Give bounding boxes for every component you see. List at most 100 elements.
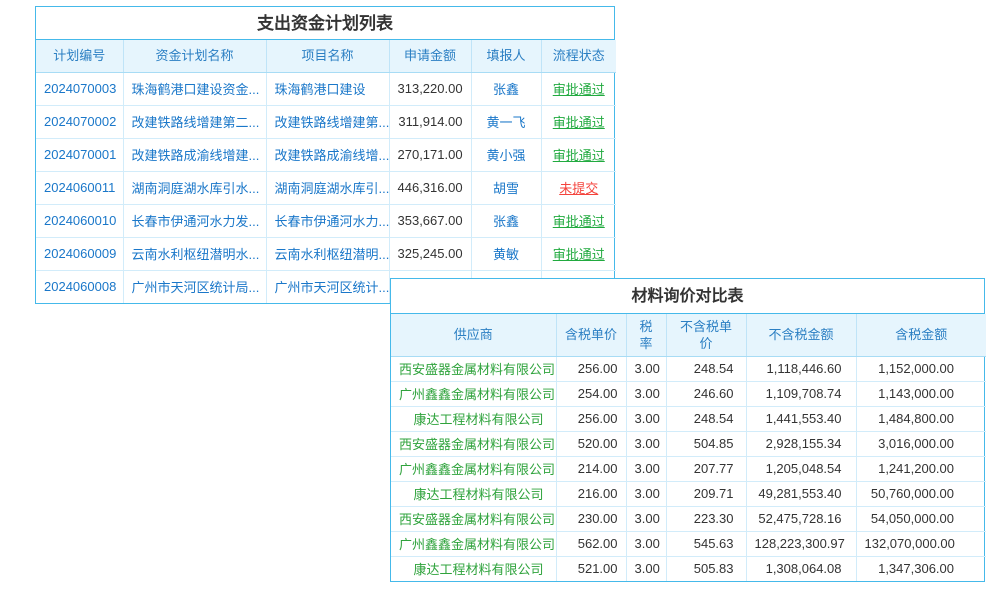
project_name-cell[interactable]: 广州市天河区统计... bbox=[266, 270, 389, 303]
supplier-cell[interactable]: 广州鑫鑫金属材料有限公司 bbox=[391, 456, 556, 481]
status-cell[interactable]: 审批通过 bbox=[541, 105, 616, 138]
amount_with_tax-cell: 1,152,000.00 bbox=[856, 356, 986, 381]
table-row: 2024060009云南水利枢纽潜明水...云南水利枢纽潜明...325,245… bbox=[36, 237, 616, 270]
price_without_tax-cell: 209.71 bbox=[666, 481, 746, 506]
apply_amount-cell: 270,171.00 bbox=[389, 138, 471, 171]
project_name-cell[interactable]: 长春市伊通河水力... bbox=[266, 204, 389, 237]
column-header-fund_plan_name: 资金计划名称 bbox=[123, 40, 266, 72]
amount_without_tax-cell: 52,475,728.16 bbox=[746, 506, 856, 531]
plan_id-cell[interactable]: 2024070001 bbox=[36, 138, 123, 171]
price_with_tax-cell: 254.00 bbox=[556, 381, 626, 406]
column-header-tax_rate: 税率 bbox=[626, 314, 666, 356]
supplier-cell[interactable]: 广州鑫鑫金属材料有限公司 bbox=[391, 531, 556, 556]
table-row: 西安盛器金属材料有限公司256.003.00248.541,118,446.60… bbox=[391, 356, 986, 381]
expense-fund-plan-panel: 支出资金计划列表 计划编号资金计划名称项目名称申请金额填报人流程状态 20240… bbox=[35, 6, 615, 304]
tax_rate-cell: 3.00 bbox=[626, 556, 666, 581]
project_name-cell[interactable]: 湖南洞庭湖水库引... bbox=[266, 171, 389, 204]
price_without_tax-cell: 223.30 bbox=[666, 506, 746, 531]
amount_without_tax-cell: 1,118,446.60 bbox=[746, 356, 856, 381]
fund_plan_name-cell[interactable]: 改建铁路线增建第二... bbox=[123, 105, 266, 138]
status-cell[interactable]: 审批通过 bbox=[541, 138, 616, 171]
column-header-plan_id: 计划编号 bbox=[36, 40, 123, 72]
filler-cell[interactable]: 张鑫 bbox=[471, 204, 541, 237]
price_without_tax-cell: 246.60 bbox=[666, 381, 746, 406]
plan_id-cell[interactable]: 2024070002 bbox=[36, 105, 123, 138]
column-header-amount_without_tax: 不含税金额 bbox=[746, 314, 856, 356]
project_name-cell[interactable]: 云南水利枢纽潜明... bbox=[266, 237, 389, 270]
plan_id-cell[interactable]: 2024060008 bbox=[36, 270, 123, 303]
fund_plan_name-cell[interactable]: 长春市伊通河水力发... bbox=[123, 204, 266, 237]
tax_rate-cell: 3.00 bbox=[626, 531, 666, 556]
tax_rate-cell: 3.00 bbox=[626, 506, 666, 531]
expense-plan-title: 支出资金计划列表 bbox=[36, 7, 614, 40]
tax_rate-cell: 3.00 bbox=[626, 481, 666, 506]
fund_plan_name-cell[interactable]: 云南水利枢纽潜明水... bbox=[123, 237, 266, 270]
table-row: 2024070002改建铁路线增建第二...改建铁路线增建第...311,914… bbox=[36, 105, 616, 138]
tax_rate-cell: 3.00 bbox=[626, 456, 666, 481]
apply_amount-cell: 353,667.00 bbox=[389, 204, 471, 237]
table-row: 康达工程材料有限公司256.003.00248.541,441,553.401,… bbox=[391, 406, 986, 431]
filler-cell[interactable]: 黄敏 bbox=[471, 237, 541, 270]
supplier-cell[interactable]: 西安盛器金属材料有限公司 bbox=[391, 431, 556, 456]
price_without_tax-cell: 248.54 bbox=[666, 356, 746, 381]
expense-plan-table: 计划编号资金计划名称项目名称申请金额填报人流程状态 2024070003珠海鹤港… bbox=[36, 40, 616, 303]
table-row: 康达工程材料有限公司216.003.00209.7149,281,553.405… bbox=[391, 481, 986, 506]
column-header-project_name: 项目名称 bbox=[266, 40, 389, 72]
table-row: 西安盛器金属材料有限公司230.003.00223.3052,475,728.1… bbox=[391, 506, 986, 531]
project_name-cell[interactable]: 改建铁路成渝线增... bbox=[266, 138, 389, 171]
table-row: 2024070001改建铁路成渝线增建...改建铁路成渝线增...270,171… bbox=[36, 138, 616, 171]
amount_with_tax-cell: 50,760,000.00 bbox=[856, 481, 986, 506]
supplier-cell[interactable]: 康达工程材料有限公司 bbox=[391, 556, 556, 581]
price_with_tax-cell: 216.00 bbox=[556, 481, 626, 506]
filler-cell[interactable]: 胡雪 bbox=[471, 171, 541, 204]
supplier-cell[interactable]: 西安盛器金属材料有限公司 bbox=[391, 356, 556, 381]
price_with_tax-cell: 521.00 bbox=[556, 556, 626, 581]
amount_with_tax-cell: 1,347,306.00 bbox=[856, 556, 986, 581]
filler-cell[interactable]: 黄一飞 bbox=[471, 105, 541, 138]
column-header-filler: 填报人 bbox=[471, 40, 541, 72]
apply_amount-cell: 311,914.00 bbox=[389, 105, 471, 138]
project_name-cell[interactable]: 珠海鹤港口建设 bbox=[266, 72, 389, 105]
status-cell[interactable]: 未提交 bbox=[541, 171, 616, 204]
column-header-price_with_tax: 含税单价 bbox=[556, 314, 626, 356]
supplier-cell[interactable]: 康达工程材料有限公司 bbox=[391, 406, 556, 431]
fund_plan_name-cell[interactable]: 广州市天河区统计局... bbox=[123, 270, 266, 303]
amount_without_tax-cell: 128,223,300.97 bbox=[746, 531, 856, 556]
fund_plan_name-cell[interactable]: 改建铁路成渝线增建... bbox=[123, 138, 266, 171]
tax_rate-cell: 3.00 bbox=[626, 431, 666, 456]
column-header-supplier: 供应商 bbox=[391, 314, 556, 356]
fund_plan_name-cell[interactable]: 湖南洞庭湖水库引水... bbox=[123, 171, 266, 204]
table-row: 2024070003珠海鹤港口建设资金...珠海鹤港口建设313,220.00张… bbox=[36, 72, 616, 105]
filler-cell[interactable]: 黄小强 bbox=[471, 138, 541, 171]
filler-cell[interactable]: 张鑫 bbox=[471, 72, 541, 105]
expense-plan-table-body: 2024070003珠海鹤港口建设资金...珠海鹤港口建设313,220.00张… bbox=[36, 72, 616, 303]
amount_with_tax-cell: 1,143,000.00 bbox=[856, 381, 986, 406]
project_name-cell[interactable]: 改建铁路线增建第... bbox=[266, 105, 389, 138]
supplier-cell[interactable]: 康达工程材料有限公司 bbox=[391, 481, 556, 506]
plan_id-cell[interactable]: 2024060010 bbox=[36, 204, 123, 237]
amount_without_tax-cell: 1,308,064.08 bbox=[746, 556, 856, 581]
price_without_tax-cell: 504.85 bbox=[666, 431, 746, 456]
amount_with_tax-cell: 54,050,000.00 bbox=[856, 506, 986, 531]
plan_id-cell[interactable]: 2024070003 bbox=[36, 72, 123, 105]
plan_id-cell[interactable]: 2024060009 bbox=[36, 237, 123, 270]
column-header-apply_amount: 申请金额 bbox=[389, 40, 471, 72]
status-cell[interactable]: 审批通过 bbox=[541, 72, 616, 105]
table-row: 广州鑫鑫金属材料有限公司562.003.00545.63128,223,300.… bbox=[391, 531, 986, 556]
tax_rate-cell: 3.00 bbox=[626, 406, 666, 431]
fund_plan_name-cell[interactable]: 珠海鹤港口建设资金... bbox=[123, 72, 266, 105]
status-cell[interactable]: 审批通过 bbox=[541, 204, 616, 237]
table-row: 广州鑫鑫金属材料有限公司254.003.00246.601,109,708.74… bbox=[391, 381, 986, 406]
table-header-row: 计划编号资金计划名称项目名称申请金额填报人流程状态 bbox=[36, 40, 616, 72]
table-row: 广州鑫鑫金属材料有限公司214.003.00207.771,205,048.54… bbox=[391, 456, 986, 481]
tax_rate-cell: 3.00 bbox=[626, 356, 666, 381]
material-inquiry-table: 供应商含税单价税率不含税单价不含税金额含税金额 西安盛器金属材料有限公司256.… bbox=[391, 314, 986, 581]
price_without_tax-cell: 207.77 bbox=[666, 456, 746, 481]
column-header-status: 流程状态 bbox=[541, 40, 616, 72]
supplier-cell[interactable]: 西安盛器金属材料有限公司 bbox=[391, 506, 556, 531]
table-row: 2024060010长春市伊通河水力发...长春市伊通河水力...353,667… bbox=[36, 204, 616, 237]
supplier-cell[interactable]: 广州鑫鑫金属材料有限公司 bbox=[391, 381, 556, 406]
status-cell[interactable]: 审批通过 bbox=[541, 237, 616, 270]
plan_id-cell[interactable]: 2024060011 bbox=[36, 171, 123, 204]
amount_without_tax-cell: 49,281,553.40 bbox=[746, 481, 856, 506]
